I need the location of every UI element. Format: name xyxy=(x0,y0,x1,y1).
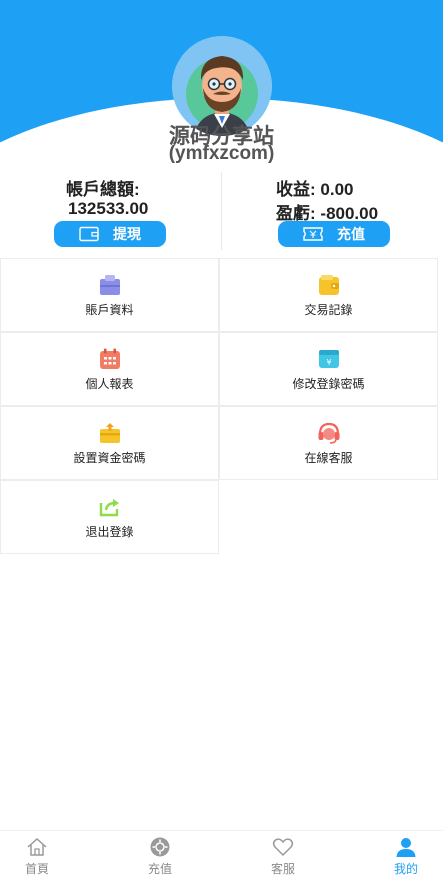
account-stats: 帳戶總額: 132533.00 收益: 0.00 盈虧: -800.00 提現 … xyxy=(0,172,443,250)
menu-item-label: 設置資金密碼 xyxy=(73,450,146,465)
menu-item-personal-report[interactable]: 個人報表 xyxy=(0,332,219,406)
tab-label: 充值 xyxy=(147,861,172,876)
recharge-icon xyxy=(150,837,170,856)
deposit-label: 充值 xyxy=(337,226,365,242)
tab-label: 我的 xyxy=(393,861,418,876)
balance-value: 132533.00 xyxy=(68,199,149,218)
tab-label: 首頁 xyxy=(24,861,49,876)
deposit-button[interactable]: 充值 xyxy=(278,221,390,247)
headset-icon xyxy=(317,421,341,445)
yen-card-icon: ¥ xyxy=(317,347,341,371)
calendar-icon xyxy=(98,347,122,371)
bottom-tab-bar: 首頁 充值 客服 我的 xyxy=(0,830,443,880)
menu-item-label: 修改登錄密碼 xyxy=(292,376,365,391)
withdraw-button[interactable]: 提現 xyxy=(54,221,166,247)
menu-item-label: 交易記錄 xyxy=(304,302,353,317)
user-icon xyxy=(396,837,416,857)
stats-divider xyxy=(221,172,222,250)
menu-item-online-service[interactable]: 在線客服 xyxy=(219,406,438,480)
balance-label: 帳戶總額: xyxy=(66,180,140,199)
heart-icon xyxy=(272,837,294,856)
withdraw-label: 提現 xyxy=(113,226,141,242)
menu-item-label: 個人報表 xyxy=(85,376,134,391)
profit-row: 收益: 0.00 xyxy=(276,175,354,200)
wallet-outline-icon xyxy=(79,226,99,242)
svg-text:¥: ¥ xyxy=(326,358,331,367)
ticket-icon xyxy=(303,227,323,241)
tab-label: 客服 xyxy=(270,861,295,876)
menu-item-label: 退出登錄 xyxy=(85,524,134,539)
home-icon xyxy=(27,837,47,856)
tab-recharge[interactable]: 充值 xyxy=(120,831,200,880)
menu-item-account-info[interactable]: 賬戶資料 xyxy=(0,258,219,332)
menu-item-logout[interactable]: 退出登錄 xyxy=(0,480,219,554)
menu-item-set-fund-password[interactable]: 設置資金密碼 xyxy=(0,406,219,480)
menu-item-transactions[interactable]: 交易記錄 xyxy=(219,258,438,332)
wallet-icon xyxy=(317,273,341,297)
tab-home[interactable]: 首頁 xyxy=(0,831,77,880)
tab-customer-service[interactable]: 客服 xyxy=(243,831,323,880)
site-name-sub: (ymfxzcom) xyxy=(168,143,275,164)
menu-item-label: 賬戶資料 xyxy=(85,302,134,317)
profit-label: 收益: xyxy=(276,180,316,199)
menu-item-change-login-password[interactable]: ¥ 修改登錄密碼 xyxy=(219,332,438,406)
share-exit-icon xyxy=(98,495,122,519)
fund-card-icon xyxy=(98,421,122,445)
tab-mine[interactable]: 我的 xyxy=(366,831,443,880)
menu-item-label: 在線客服 xyxy=(304,450,353,465)
profile-card-icon xyxy=(98,273,122,297)
profit-value: 0.00 xyxy=(320,180,354,199)
